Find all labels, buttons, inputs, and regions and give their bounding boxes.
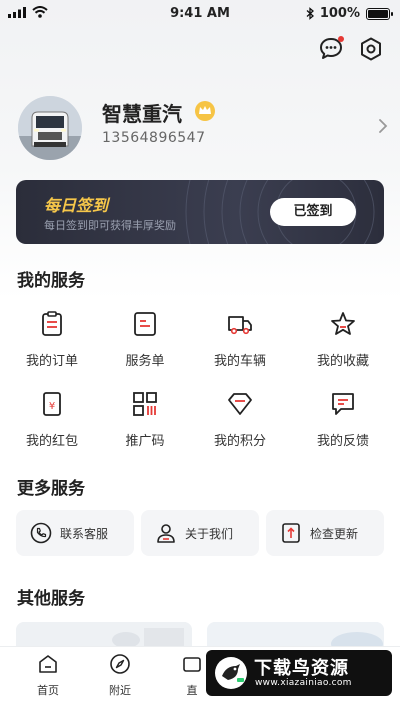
service-promo-code[interactable]: 推广码 bbox=[100, 390, 190, 449]
service-label: 推广码 bbox=[125, 434, 165, 449]
service-red-packets[interactable]: ¥ 我的红包 bbox=[7, 390, 97, 449]
service-label: 我的积分 bbox=[213, 434, 266, 449]
more-services-title: 更多服务 bbox=[17, 479, 85, 499]
more-service-label: 联系客服 bbox=[60, 527, 109, 541]
service-label: 我的收藏 bbox=[316, 354, 369, 369]
profile-card[interactable]: 智慧重汽 13564896547 bbox=[18, 96, 388, 160]
status-right: 100% bbox=[306, 6, 393, 21]
about-us-button[interactable]: 关于我们 bbox=[141, 510, 259, 556]
svg-text:¥: ¥ bbox=[49, 401, 55, 412]
chevron-right-icon[interactable] bbox=[378, 118, 388, 134]
update-icon bbox=[282, 523, 300, 543]
order-icon bbox=[42, 311, 62, 336]
service-label: 我的车辆 bbox=[213, 354, 266, 369]
service-label: 我的红包 bbox=[25, 434, 78, 449]
service-my-feedback[interactable]: 我的反馈 bbox=[298, 390, 388, 449]
unread-badge bbox=[338, 36, 344, 42]
other-services-title: 其他服务 bbox=[17, 589, 85, 609]
more-service-label: 关于我们 bbox=[185, 527, 234, 541]
truck-avatar-image bbox=[18, 96, 82, 160]
tab-nearby[interactable]: 附近 bbox=[90, 653, 150, 698]
checkin-button[interactable]: 已签到 bbox=[270, 198, 356, 226]
qr-code-icon bbox=[133, 392, 157, 416]
service-label: 服务单 bbox=[125, 354, 165, 369]
settings-icon bbox=[361, 37, 381, 61]
header-actions bbox=[318, 36, 384, 62]
service-my-points[interactable]: 我的积分 bbox=[195, 390, 285, 449]
service-my-orders[interactable]: 我的订单 bbox=[7, 310, 97, 369]
service-tickets[interactable]: 服务单 bbox=[100, 310, 190, 369]
compass-icon bbox=[110, 654, 130, 674]
star-icon bbox=[331, 312, 355, 335]
home-icon bbox=[39, 655, 57, 673]
phone-icon bbox=[30, 522, 52, 544]
service-ticket-icon bbox=[134, 312, 156, 336]
truck-icon bbox=[228, 316, 252, 335]
tab-home[interactable]: 首页 bbox=[18, 653, 78, 698]
my-services-title: 我的服务 bbox=[17, 271, 85, 291]
checkin-title: 每日签到 bbox=[44, 196, 109, 215]
red-packet-icon: ¥ bbox=[43, 392, 61, 416]
status-bar: 9:41 AM 100% bbox=[0, 0, 400, 28]
battery-icon bbox=[366, 7, 393, 20]
message-button[interactable] bbox=[318, 36, 344, 62]
watermark-url: www.xiazainiao.com bbox=[255, 678, 352, 688]
check-update-button[interactable]: 检查更新 bbox=[266, 510, 384, 556]
bird-logo-icon bbox=[215, 657, 247, 689]
vip-crown-icon bbox=[195, 101, 215, 121]
site-watermark: 下载鸟资源 www.xiazainiao.com bbox=[206, 650, 392, 696]
avatar[interactable] bbox=[18, 96, 82, 160]
profile-name: 智慧重汽 bbox=[102, 102, 182, 126]
settings-button[interactable] bbox=[358, 36, 384, 62]
service-my-favorites[interactable]: 我的收藏 bbox=[298, 310, 388, 369]
live-icon bbox=[183, 657, 201, 672]
service-label: 我的反馈 bbox=[316, 434, 369, 449]
user-icon bbox=[157, 524, 175, 543]
tab-label: 首页 bbox=[37, 684, 59, 697]
watermark-title: 下载鸟资源 bbox=[254, 658, 349, 679]
service-label: 我的订单 bbox=[25, 354, 78, 369]
profile-phone: 13564896547 bbox=[102, 130, 206, 146]
battery-percent: 100% bbox=[319, 6, 360, 21]
daily-checkin-banner[interactable]: 每日签到 每日签到即可获得丰厚奖励 已签到 bbox=[16, 180, 384, 244]
tab-label: 附近 bbox=[109, 684, 131, 697]
feedback-icon bbox=[332, 393, 354, 415]
contact-support-button[interactable]: 联系客服 bbox=[16, 510, 134, 556]
service-my-vehicles[interactable]: 我的车辆 bbox=[195, 310, 285, 369]
checkin-subtitle: 每日签到即可获得丰厚奖励 bbox=[44, 219, 176, 232]
more-service-label: 检查更新 bbox=[310, 527, 359, 541]
bluetooth-icon bbox=[306, 7, 314, 20]
diamond-icon bbox=[228, 393, 252, 415]
